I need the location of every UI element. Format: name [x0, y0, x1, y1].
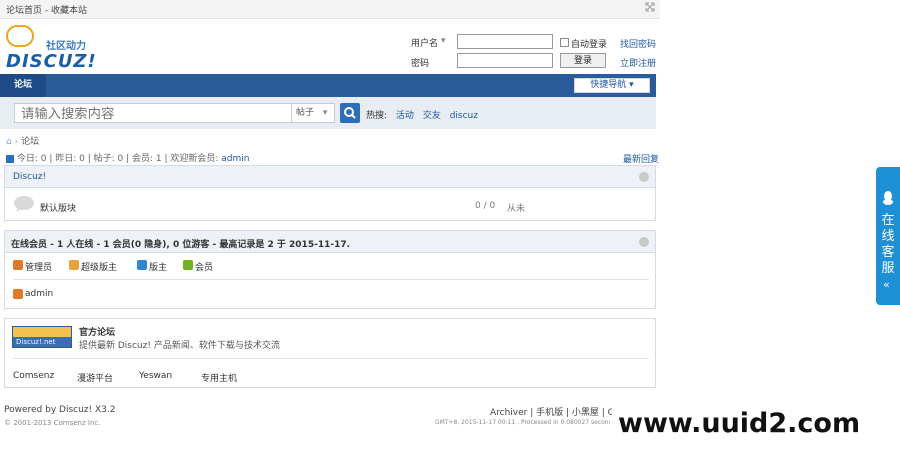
forum-group-panel: Discuz! 默认版块 0 / 0 从未	[4, 165, 656, 221]
forum-last-post: 从未	[507, 204, 526, 214]
hot-search-item[interactable]: 交友	[423, 111, 441, 121]
footer-gmt: GMT+8, 2015-11-17 00:11 , Processed in 0…	[435, 419, 610, 426]
username-input[interactable]	[457, 34, 553, 49]
login-button[interactable]: 登录	[560, 53, 606, 68]
powered-by[interactable]: Powered by Discuz! X3.2	[4, 405, 115, 415]
forum-name[interactable]: 默认版块	[40, 201, 76, 214]
promo-text: www.uuid2.com	[618, 408, 861, 439]
friend-link[interactable]: 专用主机	[201, 371, 237, 384]
friend-link[interactable]: Comsenz	[13, 371, 54, 381]
divider	[13, 358, 649, 359]
chevron-down-icon: ▾	[629, 80, 634, 90]
quick-nav-button[interactable]: 快捷导航 ▾	[574, 78, 650, 93]
hot-search: 热搜: 活动 交友 discuz	[366, 108, 478, 121]
search-bar: 帖子 ▾ 热搜: 活动 交友 discuz	[0, 97, 656, 129]
online-members-title: 在线会员 - 1 人在线 - 1 会员(0 隐身), 0 位游客 - 最高记录是…	[11, 240, 351, 250]
user-role-icon	[13, 260, 23, 270]
search-scope-label: 帖子	[296, 108, 315, 118]
legend-label: 管理员	[25, 263, 53, 273]
friend-link-banner[interactable]: Discuz!.net	[12, 326, 72, 348]
expand-icon[interactable]	[645, 2, 655, 12]
user-role-icon	[69, 260, 79, 270]
latest-replies-link[interactable]: 最新回复	[623, 152, 659, 165]
friend-links-panel: Discuz!.net 官方论坛 提供最新 Discuz! 产品新闻、软件下载与…	[4, 318, 656, 387]
customer-service-label: 在线客服	[881, 213, 895, 276]
user-role-icon	[183, 260, 193, 270]
online-members-panel: 在线会员 - 1 人在线 - 1 会员(0 隐身), 0 位游客 - 最高记录是…	[4, 230, 656, 309]
auto-login-label: 自动登录	[571, 40, 608, 50]
banner-text: Discuz!.net	[16, 338, 56, 346]
online-user-name[interactable]: admin	[25, 289, 53, 299]
forum-stats: 今日: 0 | 昨日: 0 | 帖子: 0 | 会员: 1 | 欢迎新会员: a…	[6, 151, 249, 164]
nav-item-forum[interactable]: 论坛	[0, 74, 46, 97]
logo-tagline: 社区动力	[46, 41, 86, 52]
auto-login-checkbox[interactable]	[560, 38, 569, 47]
password-label: 密码	[411, 59, 430, 69]
new-member-link[interactable]: admin	[221, 154, 249, 164]
home-icon[interactable]: ⌂	[6, 137, 12, 147]
user-role-icon	[137, 260, 147, 270]
window-title-bar: 论坛首页 - 收藏本站	[0, 0, 660, 19]
customer-service-tab[interactable]: 在线客服 «	[876, 167, 900, 305]
collapse-icon[interactable]	[639, 172, 649, 182]
username-label: 用户名	[411, 39, 439, 49]
window-title: 论坛首页 - 收藏本站	[6, 6, 87, 16]
password-input[interactable]	[457, 53, 553, 68]
quick-nav-label: 快捷导航	[590, 80, 627, 90]
banner-stripe	[13, 327, 71, 337]
search-scope-select[interactable]: 帖子 ▾	[291, 103, 335, 123]
forum-group-title[interactable]: Discuz!	[13, 172, 46, 182]
main-nav: 论坛 快捷导航 ▾	[0, 74, 656, 97]
footer-links[interactable]: Archiver | 手机版 | 小黑屋 | C	[490, 405, 614, 418]
hot-search-item[interactable]: 活动	[396, 111, 414, 121]
username-dropdown-icon[interactable]: ▾	[441, 36, 446, 46]
friend-link[interactable]: 漫游平台	[77, 371, 113, 384]
legend-label: 超级版主	[81, 263, 118, 273]
friend-site-desc: 提供最新 Discuz! 产品新闻、软件下载与技术交流	[79, 341, 280, 351]
qq-icon	[883, 191, 893, 205]
divider	[13, 279, 649, 280]
search-button[interactable]	[340, 103, 360, 123]
site-logo[interactable]: 社区动力 DISCUZ!	[6, 25, 116, 73]
breadcrumb-current[interactable]: 论坛	[21, 137, 39, 147]
chevron-down-icon: ▾	[322, 108, 328, 118]
forum-thread-count: 0 / 0	[475, 201, 496, 211]
legend-label: 会员	[195, 263, 214, 273]
user-role-icon	[13, 289, 23, 299]
friend-site-name[interactable]: 官方论坛	[79, 325, 115, 338]
collapse-icon[interactable]	[639, 237, 649, 247]
online-members-header: 在线会员 - 1 人在线 - 1 会员(0 隐身), 0 位游客 - 最高记录是…	[5, 231, 655, 253]
hot-search-label: 热搜:	[366, 111, 388, 121]
forgot-password-link[interactable]: 找回密码	[620, 37, 656, 50]
copyright: © 2001-2013 Comsenz Inc.	[4, 419, 101, 427]
friend-link[interactable]: Yeswan	[139, 371, 172, 381]
legend-label: 版主	[149, 263, 168, 273]
forum-icon	[14, 196, 34, 212]
stats-text: 今日: 0 | 昨日: 0 | 帖子: 0 | 会员: 1 | 欢迎新会员:	[16, 154, 219, 164]
double-chevron-left-icon: «	[883, 278, 890, 291]
stats-icon	[6, 154, 14, 163]
search-icon	[344, 107, 356, 119]
promo-watermark: www.uuid2.com	[612, 400, 900, 472]
breadcrumb: ⌂ › 论坛	[6, 134, 39, 147]
register-link[interactable]: 立即注册	[620, 56, 656, 69]
logo-brand: DISCUZ!	[6, 51, 97, 72]
hot-search-item[interactable]: discuz	[450, 111, 478, 121]
forum-group-header: Discuz!	[5, 166, 655, 188]
footer-divider	[4, 387, 656, 388]
logo-bubble-icon	[6, 25, 34, 47]
search-input[interactable]	[14, 103, 292, 123]
